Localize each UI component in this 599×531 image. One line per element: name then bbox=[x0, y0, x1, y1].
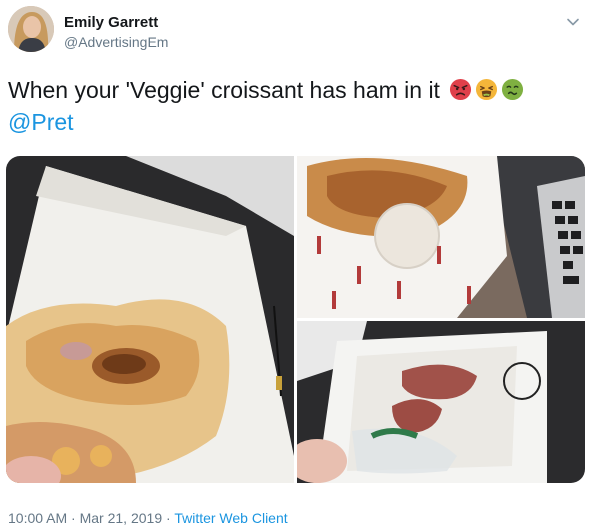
tweet-meta: 10:00 AM · Mar 21, 2019 · Twitter Web Cl… bbox=[8, 510, 288, 526]
photo-ham-in-box[interactable] bbox=[297, 321, 585, 483]
tweet-text: When your 'Veggie' croissant has ham in … bbox=[8, 74, 588, 138]
tweet-body: When your 'Veggie' croissant has ham in … bbox=[8, 77, 440, 103]
meta-separator: · bbox=[67, 510, 80, 526]
pouting-face-emoji bbox=[449, 77, 472, 101]
nauseated-face-emoji bbox=[501, 77, 524, 101]
photo-croissant[interactable] bbox=[6, 156, 294, 483]
photo-packaging-bag[interactable] bbox=[297, 156, 585, 318]
tweet-date[interactable]: Mar 21, 2019 bbox=[80, 510, 163, 526]
tweet-time[interactable]: 10:00 AM bbox=[8, 510, 67, 526]
mention-link[interactable]: @Pret bbox=[8, 109, 74, 135]
avatar[interactable] bbox=[8, 6, 54, 52]
tired-face-emoji bbox=[475, 77, 498, 101]
media-grid bbox=[6, 156, 585, 483]
tweet: Emily Garrett @AdvertisingEm When your '… bbox=[0, 0, 599, 531]
display-name[interactable]: Emily Garrett bbox=[64, 14, 158, 31]
chevron-down-icon[interactable] bbox=[565, 14, 581, 30]
user-handle[interactable]: @AdvertisingEm bbox=[64, 34, 168, 50]
meta-separator: · bbox=[162, 510, 175, 526]
client-link[interactable]: Twitter Web Client bbox=[174, 510, 287, 526]
